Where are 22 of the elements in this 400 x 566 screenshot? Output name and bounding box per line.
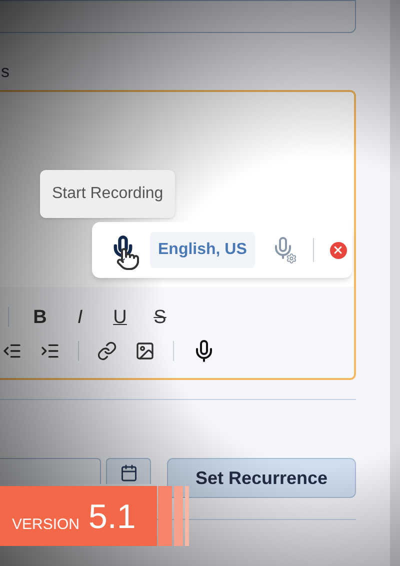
close-icon[interactable] (330, 242, 347, 258)
format-button[interactable]: U (111, 308, 129, 326)
calendar-icon (120, 464, 138, 482)
hand-cursor-icon (116, 247, 140, 271)
banner-stripe (174, 486, 183, 546)
set-recurrence-button[interactable]: Set Recurrence (167, 458, 356, 498)
version-label: VERSION (12, 517, 80, 532)
format-button[interactable]: I (71, 308, 89, 326)
language-button[interactable]: English, US (150, 232, 255, 268)
text-field[interactable] (0, 0, 356, 33)
date-field[interactable] (0, 458, 101, 484)
tooltip: Start Recording (40, 170, 176, 218)
image-icon[interactable] (135, 341, 155, 361)
field-label: s (1, 63, 10, 80)
link-icon[interactable] (97, 341, 117, 361)
scrollbar[interactable] (390, 0, 400, 566)
banner-stripe (158, 486, 172, 546)
calendar-button[interactable] (106, 458, 151, 484)
version-number: 5.1 (88, 500, 136, 534)
format-button[interactable]: B (31, 308, 49, 326)
format-button[interactable]: S (151, 308, 169, 326)
banner-stripe (185, 486, 189, 546)
